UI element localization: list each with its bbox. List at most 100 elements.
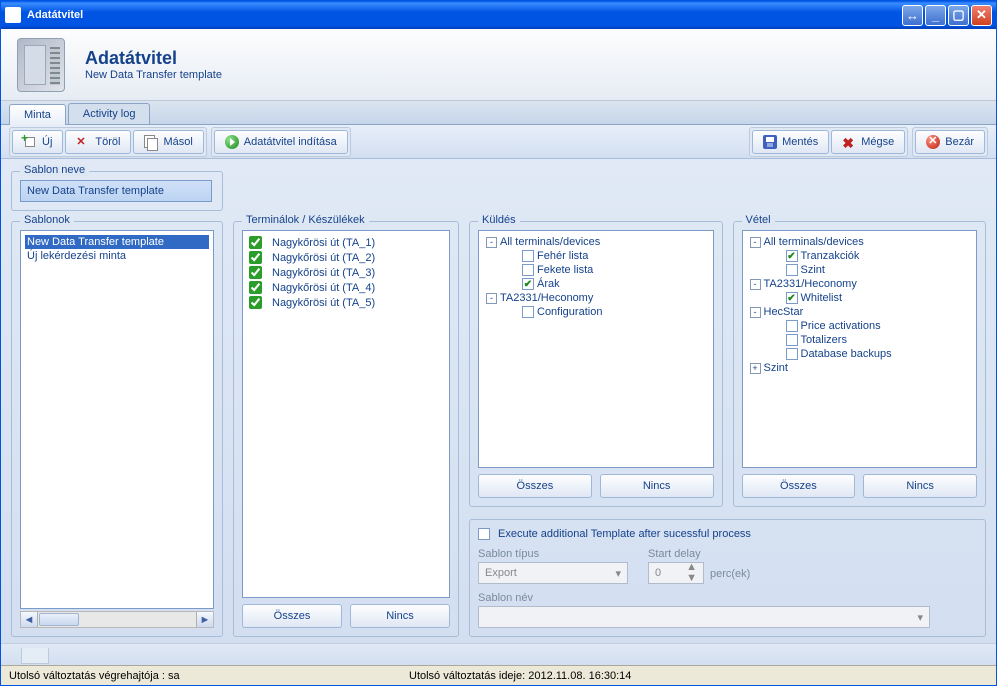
terminal-label: Nagykőrösi út (TA_2) [272,252,375,264]
terminal-checkbox[interactable] [249,266,262,279]
tree-row[interactable]: Fehér lista [483,249,709,263]
tree-row[interactable]: Totalizers [747,333,973,347]
tree-row[interactable]: Árak [483,277,709,291]
scroll-left-icon[interactable]: ◄ [21,612,38,627]
receive-all-button[interactable]: Összes [742,474,856,498]
tree-row[interactable]: -All terminals/devices [747,235,973,249]
list-item[interactable]: New Data Transfer template [25,235,209,249]
tree-checkbox[interactable] [522,278,534,290]
start-delay-unit: perc(ek) [710,568,750,584]
bottom-tabstrip [1,643,996,665]
receive-none-button[interactable]: Nincs [863,474,977,498]
close-button-label: Bezár [945,136,974,148]
new-button[interactable]: Új [12,130,63,154]
terminals-none-button[interactable]: Nincs [350,604,450,628]
start-delay-input[interactable]: 0 ▲▼ [648,562,704,584]
minimize-button[interactable]: _ [925,5,946,26]
template-name-input[interactable]: New Data Transfer template [20,180,212,202]
start-transfer-button[interactable]: Adatátvitel indítása [214,130,348,154]
tree-checkbox[interactable] [786,292,798,304]
tree-checkbox[interactable] [522,264,534,276]
templates-hscrollbar[interactable]: ◄ ► [20,611,214,628]
extra-template-fieldset: Execute additional Template after sucess… [469,519,986,637]
run-icon [225,135,239,149]
tree-row[interactable]: Price activations [747,319,973,333]
app-window: Adatátvitel ↔ _ ▢ ✕ Adatátvitel New Data… [0,0,997,686]
terminal-checkbox[interactable] [249,281,262,294]
execute-additional-checkbox[interactable] [478,528,490,540]
delete-icon [76,135,90,149]
terminal-label: Nagykőrösi út (TA_1) [272,237,375,249]
close-window-button[interactable]: ✕ [971,5,992,26]
statusbar: Utolsó változtatás végrehajtója : sa Uto… [1,665,996,685]
send-none-button[interactable]: Nincs [600,474,714,498]
send-all-button[interactable]: Összes [478,474,592,498]
collapse-icon[interactable]: - [750,307,761,318]
tree-row[interactable]: Configuration [483,305,709,319]
tree-row[interactable]: -HecStar [747,305,973,319]
collapse-icon[interactable]: - [750,237,761,248]
save-button[interactable]: Mentés [752,130,829,154]
tab-sample[interactable]: Minta [9,104,66,125]
close-icon [926,135,940,149]
scroll-right-icon[interactable]: ► [196,612,213,627]
terminal-item[interactable]: Nagykőrösi út (TA_5) [247,295,445,310]
tree-label: Szint [801,264,825,276]
collapse-icon[interactable]: - [750,279,761,290]
cancel-button[interactable]: Mégse [831,130,905,154]
template-type-select[interactable]: Export ▾ [478,562,628,584]
templates-listbox[interactable]: New Data Transfer templateÚj lekérdezési… [20,230,214,609]
receive-tree[interactable]: -All terminals/devicesTranzakciókSzint-T… [742,230,978,468]
delete-button[interactable]: Töröl [65,130,131,154]
terminal-item[interactable]: Nagykőrösi út (TA_1) [247,235,445,250]
send-tree[interactable]: -All terminals/devicesFehér listaFekete … [478,230,714,468]
tree-row[interactable]: -TA2331/Heconomy [483,291,709,305]
terminals-listbox[interactable]: Nagykőrösi út (TA_1) Nagykőrösi út (TA_2)… [242,230,450,598]
tree-row[interactable]: Szint [747,263,973,277]
maximize-button[interactable]: ▢ [948,5,969,26]
extra-form-row-2: Sablon név ▾ [478,592,977,628]
collapse-icon[interactable]: - [486,293,497,304]
expand-icon[interactable]: + [750,363,761,374]
tree-checkbox[interactable] [786,250,798,262]
copy-icon [144,135,158,149]
tree-checkbox[interactable] [786,348,798,360]
tree-row[interactable]: Tranzakciók [747,249,973,263]
restore-button[interactable]: ↔ [902,5,923,26]
tabstrip: Minta Activity log [1,101,996,125]
tree-row[interactable]: -TA2331/Heconomy [747,277,973,291]
start-delay-value: 0 [655,567,661,579]
chevron-down-icon: ▾ [917,611,923,624]
spinner-icon[interactable]: ▲▼ [686,562,697,584]
tree-checkbox[interactable] [786,264,798,276]
toolbar-group-close: Bezár [912,127,988,157]
tree-row[interactable]: -All terminals/devices [483,235,709,249]
tree-row[interactable]: Whitelist [747,291,973,305]
collapse-icon[interactable]: - [486,237,497,248]
terminal-item[interactable]: Nagykőrösi út (TA_3) [247,265,445,280]
template-type-value: Export [485,567,517,579]
terminal-checkbox[interactable] [249,296,262,309]
extra-template-name-select[interactable]: ▾ [478,606,930,628]
terminal-item[interactable]: Nagykőrösi út (TA_2) [247,250,445,265]
tree-checkbox[interactable] [522,306,534,318]
bottom-tab-stub[interactable] [21,648,49,664]
terminal-checkbox[interactable] [249,251,262,264]
terminal-checkbox[interactable] [249,236,262,249]
tree-row[interactable]: Fekete lista [483,263,709,277]
terminal-item[interactable]: Nagykőrösi út (TA_4) [247,280,445,295]
chevron-down-icon: ▾ [615,567,621,580]
tree-checkbox[interactable] [786,320,798,332]
tree-label: TA2331/Heconomy [500,292,593,304]
close-button[interactable]: Bezár [915,130,985,154]
copy-button[interactable]: Másol [133,130,203,154]
tree-checkbox[interactable] [786,334,798,346]
tree-row[interactable]: +Szint [747,361,973,375]
tree-row[interactable]: Database backups [747,347,973,361]
tab-activity-log[interactable]: Activity log [68,103,151,124]
terminals-all-button[interactable]: Összes [242,604,342,628]
list-item[interactable]: Új lekérdezési minta [25,249,209,263]
cancel-button-label: Mégse [861,136,894,148]
tree-checkbox[interactable] [522,250,534,262]
scroll-thumb[interactable] [39,613,79,626]
